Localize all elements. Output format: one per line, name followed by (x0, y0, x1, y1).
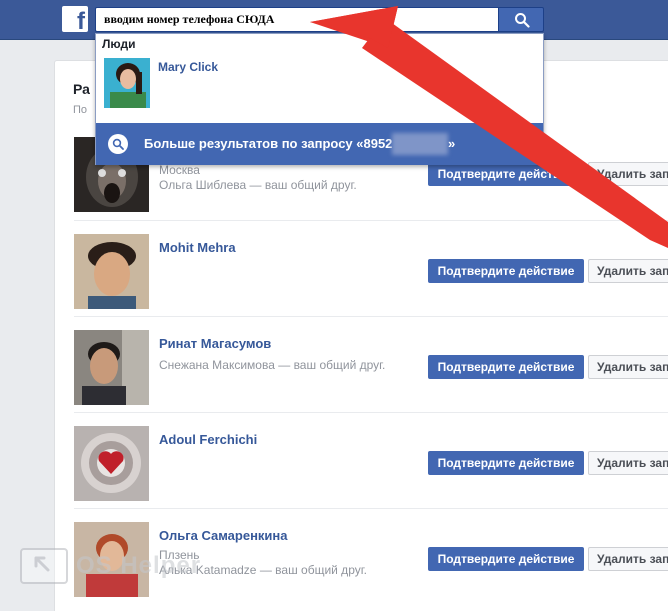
divider (74, 220, 668, 221)
mutual-friend: Снежана Максимова — ваш общий друг. (159, 358, 386, 372)
search-button[interactable] (498, 7, 544, 32)
blurred-number (392, 133, 448, 155)
divider (74, 316, 668, 317)
confirm-button[interactable]: Подтвердите действие (428, 355, 584, 379)
confirm-button[interactable]: Подтвердите действие (428, 547, 584, 571)
card-title: Ра (73, 81, 90, 97)
facebook-logo[interactable]: f (62, 6, 88, 34)
confirm-button[interactable]: Подтвердите действие (428, 259, 584, 283)
search-icon (515, 13, 530, 28)
friend-name[interactable]: Adoul Ferchichi (159, 432, 257, 447)
search-dropdown: Люди Mary Click Больше результатов по за… (95, 33, 544, 165)
delete-request-button[interactable]: Удалить запрос (588, 259, 668, 283)
friend-name[interactable]: Ринат Магасумов (159, 336, 271, 351)
search-input[interactable]: вводим номер телефона СЮДА (95, 7, 498, 32)
more-results-suffix: » (448, 136, 456, 151)
watermark: OS Helper (18, 548, 218, 608)
avatar[interactable] (74, 426, 149, 501)
confirm-button[interactable]: Подтвердите действие (428, 451, 584, 475)
avatar[interactable] (74, 330, 149, 405)
divider (74, 412, 668, 413)
friend-location: Москва (159, 163, 200, 177)
search-icon (108, 134, 128, 154)
delete-request-button[interactable]: Удалить запрос (588, 355, 668, 379)
friend-row: Ринат Магасумов Снежана Максимова — ваш … (0, 330, 668, 410)
divider (74, 508, 668, 509)
people-section-label: Люди (102, 37, 136, 51)
mutual-friend: Ольга Шиблева — ваш общий друг. (159, 178, 357, 192)
avatar[interactable] (74, 234, 149, 309)
more-results-label: Больше результатов по запросу «8952 (144, 136, 393, 151)
cursor-icon (20, 548, 68, 584)
friend-name[interactable]: Mohit Mehra (159, 240, 236, 255)
confirm-button[interactable]: Подтвердите действие (428, 162, 584, 186)
friend-name[interactable]: Ольга Самаренкина (159, 528, 288, 543)
friend-row: Adoul Ferchichi Подтвердите действие Уда… (0, 426, 668, 506)
delete-request-button[interactable]: Удалить запрос (588, 162, 668, 186)
search-result-name[interactable]: Mary Click (158, 60, 218, 74)
more-results-button[interactable]: Больше результатов по запросу «8952 » (96, 123, 543, 165)
friend-row: Mohit Mehra Подтвердите действие Удалить… (0, 234, 668, 314)
delete-request-button[interactable]: Удалить запрос (588, 451, 668, 475)
card-subtitle: По (73, 104, 88, 116)
result-avatar[interactable] (104, 58, 150, 108)
delete-request-button[interactable]: Удалить запрос (588, 547, 668, 571)
watermark-text: OS Helper (76, 552, 202, 579)
